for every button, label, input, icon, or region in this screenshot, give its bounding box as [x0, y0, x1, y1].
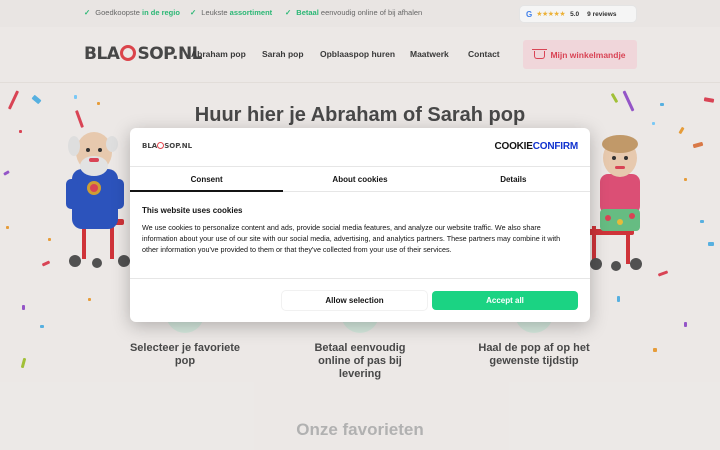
allow-selection-button[interactable]: Allow selection [282, 291, 427, 310]
cookie-heading: This website uses cookies [142, 206, 243, 215]
dialog-brand-logo: BLA SOP.NL [142, 142, 193, 150]
cookie-body: We use cookies to personalize content an… [142, 223, 561, 254]
cookieconfirm-logo: COOKIECONFIRM [494, 141, 578, 152]
accept-all-button[interactable]: Accept all [432, 291, 578, 310]
tab-about-cookies[interactable]: About cookies [283, 167, 436, 191]
divider [130, 278, 590, 279]
cookie-dialog: BLA SOP.NL COOKIECONFIRM Consent About co… [130, 128, 590, 322]
tab-details[interactable]: Details [437, 167, 590, 191]
cookie-tabs: Consent About cookies Details [130, 166, 590, 192]
tab-consent[interactable]: Consent [130, 167, 284, 192]
